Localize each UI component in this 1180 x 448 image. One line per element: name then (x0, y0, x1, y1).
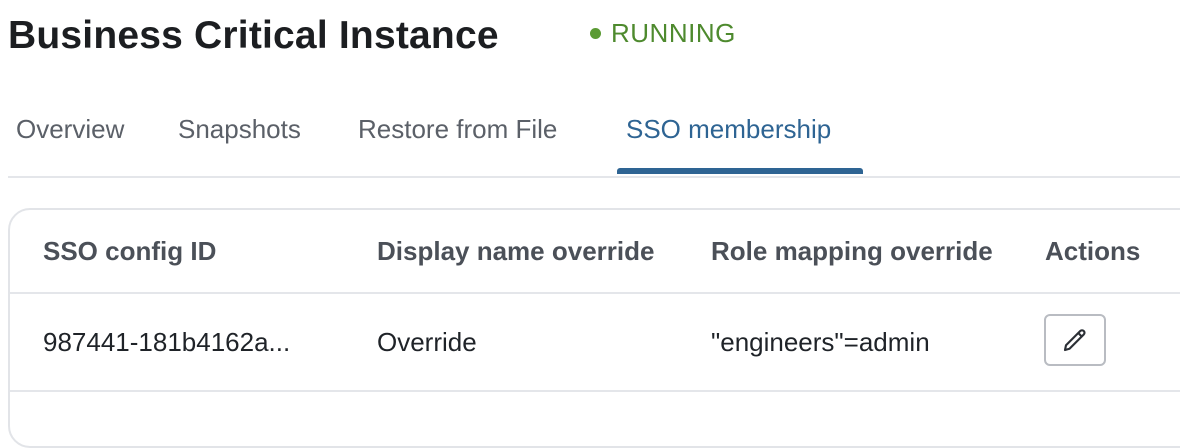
row-divider (10, 390, 1180, 392)
column-header-sso-config-id: SSO config ID (43, 236, 217, 266)
tab-restore-from-file[interactable]: Restore from File (358, 100, 557, 174)
pencil-icon (1063, 329, 1086, 352)
cell-role-mapping-override: "engineers"=admin (711, 327, 930, 357)
tab-bar: Overview Snapshots Restore from File SSO… (8, 100, 1180, 178)
tab-overview[interactable]: Overview (16, 100, 124, 174)
page-title: Business Critical Instance (8, 14, 499, 57)
edit-button[interactable] (1044, 314, 1106, 366)
cell-display-name-override: Override (377, 327, 477, 357)
status-dot-icon (590, 28, 601, 39)
active-tab-indicator (617, 168, 863, 174)
column-header-actions: Actions (1045, 236, 1141, 266)
page-header: Business Critical Instance (8, 10, 499, 62)
tab-sso-membership[interactable]: SSO membership (626, 100, 831, 174)
sso-membership-table: SSO config ID Display name override Role… (8, 208, 1180, 448)
column-header-role-mapping-override: Role mapping override (711, 236, 993, 266)
header-divider (10, 292, 1180, 294)
column-header-display-name-override: Display name override (377, 236, 655, 266)
cell-sso-config-id: 987441-181b4162a... (43, 327, 291, 357)
status-badge: RUNNING (590, 18, 736, 49)
status-label: RUNNING (611, 18, 736, 48)
tab-snapshots[interactable]: Snapshots (178, 100, 301, 174)
